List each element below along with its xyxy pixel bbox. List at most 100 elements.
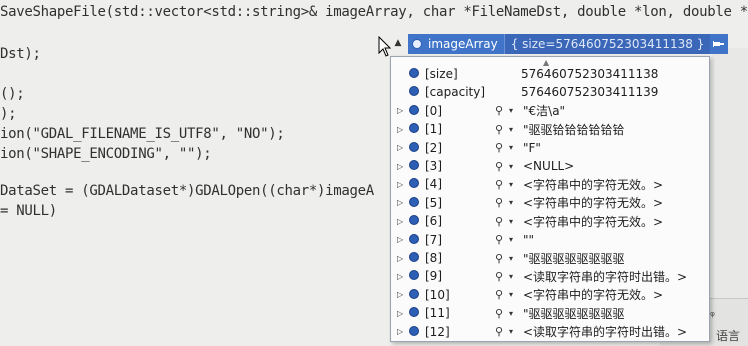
- visualizer-dropdown-icon[interactable]: ▾: [509, 143, 519, 152]
- datatip-row-value-cell[interactable]: ⚲ ▾ <字符串中的字符无效。>: [495, 213, 663, 230]
- datatip-row-value-cell[interactable]: ⚲ ▾ "F": [495, 141, 541, 155]
- datatip-row-value[interactable]: "F": [523, 141, 541, 155]
- datatip-row-value[interactable]: <NULL>: [523, 159, 574, 173]
- expand-arrow-icon[interactable]: ▷: [397, 254, 409, 263]
- editor-scroll-gutter[interactable]: [712, 48, 748, 298]
- datatip-header[interactable]: ▲ imageArray { size=576460752303411138 }: [392, 34, 729, 54]
- visualizer-dropdown-icon[interactable]: ▾: [509, 290, 519, 299]
- expand-arrow-icon[interactable]: ▷: [397, 125, 409, 134]
- magnifier-icon[interactable]: ⚲: [495, 233, 509, 246]
- expand-arrow-icon[interactable]: ▷: [397, 272, 409, 281]
- datatip-row[interactable]: ▷ [11] ⚲ ▾ "驱驱驱驱驱驱驱驱: [391, 304, 709, 322]
- expand-arrow-icon[interactable]: ▷: [397, 327, 409, 336]
- magnifier-icon[interactable]: ⚲: [495, 288, 509, 301]
- datatip-row-value-cell[interactable]: ⚲ ▾ <字符串中的字符无效。>: [495, 286, 663, 303]
- datatip-row[interactable]: ▷ [10] ⚲ ▾ <字符串中的字符无效。>: [391, 286, 709, 304]
- expand-arrow-icon[interactable]: ▷: [397, 143, 409, 152]
- datatip-row-value-cell[interactable]: ⚲ ▾ <读取字符串的字符时出错。>: [495, 323, 687, 340]
- datatip-row[interactable]: ▷ [0] ⚲ ▾ "€洁\a": [391, 102, 709, 120]
- magnifier-icon[interactable]: ⚲: [495, 160, 509, 173]
- datatip-row[interactable]: ▷ [5] ⚲ ▾ <字符串中的字符无效。>: [391, 194, 709, 212]
- expand-arrow-icon[interactable]: ▷: [397, 309, 409, 318]
- visualizer-dropdown-icon[interactable]: ▾: [509, 254, 519, 263]
- datatip-row-value-cell[interactable]: ⚲ ▾ <字符串中的字符无效。>: [495, 194, 663, 211]
- datatip-row-value[interactable]: "驱驱铪铪铪铪铪铪: [523, 121, 625, 138]
- magnifier-icon[interactable]: ⚲: [495, 325, 509, 338]
- magnifier-icon[interactable]: ⚲: [495, 252, 509, 265]
- visualizer-dropdown-icon[interactable]: ▾: [509, 125, 519, 134]
- code-line-3: ();: [0, 86, 25, 102]
- expand-arrow-icon[interactable]: ▷: [397, 180, 409, 189]
- datatip-row[interactable]: ▷ [2] ⚲ ▾ "F": [391, 139, 709, 157]
- pin-datatip-button[interactable]: [710, 34, 729, 54]
- datatip-row-value[interactable]: 576460752303411138: [521, 67, 658, 81]
- field-icon-cell: [409, 196, 425, 210]
- datatip-panel[interactable]: ▲ [size] 576460752303411138 [capacity] 5764…: [390, 56, 710, 342]
- collapse-arrow-icon[interactable]: ▲: [392, 38, 404, 50]
- code-line-5: ion("GDAL_FILENAME_IS_UTF8", "NO");: [0, 126, 285, 142]
- datatip-row-value-cell[interactable]: 576460752303411139: [521, 85, 658, 99]
- datatip-row-value-cell[interactable]: ⚲ ▾ "驱驱铪铪铪铪铪铪: [495, 121, 625, 138]
- visualizer-dropdown-icon[interactable]: ▾: [509, 106, 519, 115]
- datatip-row[interactable]: ▷ [4] ⚲ ▾ <字符串中的字符无效。>: [391, 175, 709, 193]
- datatip-row-value-cell[interactable]: 576460752303411138: [521, 67, 658, 81]
- expand-arrow-icon[interactable]: ▷: [397, 235, 409, 244]
- magnifier-icon[interactable]: ⚲: [495, 196, 509, 209]
- visualizer-dropdown-icon[interactable]: ▾: [509, 198, 519, 207]
- datatip-variable-value[interactable]: { size=576460752303411138 }: [503, 34, 711, 54]
- datatip-row-value[interactable]: "驱驱驱驱驱驱驱驱: [523, 305, 625, 322]
- magnifier-icon[interactable]: ⚲: [495, 104, 509, 117]
- datatip-row-value-cell[interactable]: ⚲ ▾ "驱驱驱驱驱驱驱驱: [495, 250, 625, 267]
- datatip-row-value-cell[interactable]: ⚲ ▾ <字符串中的字符无效。>: [495, 176, 663, 193]
- datatip-row-value[interactable]: "€洁\a": [523, 102, 565, 119]
- expand-arrow-icon[interactable]: ▷: [397, 162, 409, 171]
- expand-arrow-icon[interactable]: ▷: [397, 106, 409, 115]
- visualizer-dropdown-icon[interactable]: ▾: [509, 162, 519, 171]
- field-icon: [409, 288, 419, 299]
- datatip-row-value[interactable]: <读取字符串的字符时出错。>: [523, 323, 687, 340]
- magnifier-icon[interactable]: ⚲: [495, 307, 509, 320]
- magnifier-icon[interactable]: ⚲: [495, 178, 509, 191]
- visualizer-dropdown-icon[interactable]: ▾: [509, 217, 519, 226]
- datatip-variable[interactable]: imageArray: [408, 34, 504, 54]
- datatip-row-value-cell[interactable]: ⚲ ▾ "驱驱驱驱驱驱驱驱: [495, 305, 625, 322]
- datatip-row[interactable]: ▷ [3] ⚲ ▾ <NULL>: [391, 157, 709, 175]
- datatip-row-value-cell[interactable]: ⚲ ▾ "€洁\a": [495, 102, 565, 119]
- visualizer-dropdown-icon[interactable]: ▾: [509, 327, 519, 336]
- datatip-row-value-cell[interactable]: ⚲ ▾ <读取字符串的字符时出错。>: [495, 268, 687, 285]
- datatip-row-value[interactable]: <读取字符串的字符时出错。>: [523, 268, 687, 285]
- datatip-row[interactable]: ▷ [9] ⚲ ▾ <读取字符串的字符时出错。>: [391, 267, 709, 285]
- datatip-row[interactable]: ▷ [1] ⚲ ▾ "驱驱铪铪铪铪铪铪: [391, 120, 709, 138]
- datatip-row-value[interactable]: "驱驱驱驱驱驱驱驱: [523, 250, 625, 267]
- expand-arrow-icon[interactable]: ▷: [397, 290, 409, 299]
- datatip-row-value[interactable]: <字符串中的字符无效。>: [523, 176, 663, 193]
- expand-arrow-icon[interactable]: ▷: [397, 198, 409, 207]
- datatip-row[interactable]: [capacity] 576460752303411139: [391, 83, 709, 101]
- datatip-row-value[interactable]: <字符串中的字符无效。>: [523, 286, 663, 303]
- magnifier-icon[interactable]: ⚲: [495, 215, 509, 228]
- datatip-row-name: [9]: [425, 269, 442, 284]
- datatip-row-value[interactable]: <字符串中的字符无效。>: [523, 194, 663, 211]
- datatip-row[interactable]: [size] 576460752303411138: [391, 65, 709, 83]
- visualizer-dropdown-icon[interactable]: ▾: [509, 309, 519, 318]
- datatip-row-name: [0]: [425, 103, 442, 118]
- datatip-row[interactable]: ▷ [8] ⚲ ▾ "驱驱驱驱驱驱驱驱: [391, 249, 709, 267]
- magnifier-icon[interactable]: ⚲: [495, 141, 509, 154]
- auto-hide-pin-icon[interactable]: ᵩ: [710, 305, 715, 319]
- datatip-row-value-cell[interactable]: ⚲ ▾ "": [495, 233, 534, 247]
- datatip-row[interactable]: ▷ [12] ⚲ ▾ <读取字符串的字符时出错。>: [391, 323, 709, 341]
- magnifier-icon[interactable]: ⚲: [495, 123, 509, 136]
- datatip-row[interactable]: ▷ [6] ⚲ ▾ <字符串中的字符无效。>: [391, 212, 709, 230]
- visualizer-dropdown-icon[interactable]: ▾: [509, 180, 519, 189]
- datatip-row[interactable]: ▷ [7] ⚲ ▾ "": [391, 231, 709, 249]
- datatip-row-value-cell[interactable]: ⚲ ▾ <NULL>: [495, 159, 574, 173]
- datatip-row-value[interactable]: <字符串中的字符无效。>: [523, 213, 663, 230]
- field-icon-cell: [409, 104, 425, 118]
- datatip-row-value[interactable]: "": [523, 233, 534, 247]
- datatip-row-value[interactable]: 576460752303411139: [521, 85, 658, 99]
- visualizer-dropdown-icon[interactable]: ▾: [509, 272, 519, 281]
- field-icon-cell: [409, 214, 425, 228]
- expand-arrow-icon[interactable]: ▷: [397, 217, 409, 226]
- magnifier-icon[interactable]: ⚲: [495, 270, 509, 283]
- visualizer-dropdown-icon[interactable]: ▾: [509, 235, 519, 244]
